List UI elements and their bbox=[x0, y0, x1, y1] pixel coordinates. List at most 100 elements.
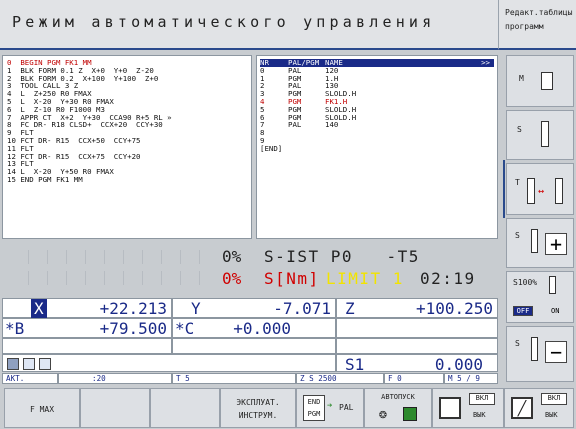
pallet-cell: 1.H bbox=[325, 73, 339, 83]
pallet-cell: 0 bbox=[260, 65, 265, 75]
status-m-functions: M 5 / 9 bbox=[444, 373, 498, 384]
program-line[interactable]: 12 FCT DR- R15 CCX+75 CCY+20 bbox=[7, 152, 251, 161]
pallet-cell: 6 bbox=[260, 112, 265, 122]
minus-icon: − bbox=[545, 341, 567, 363]
softkey-spindle-override[interactable]: S100% OFF ON bbox=[506, 271, 574, 323]
toggle-1-button[interactable]: ВКЛ ВЫК bbox=[432, 388, 504, 428]
toggle-2-on: ВКЛ bbox=[541, 393, 567, 405]
softkey-spindle-plus[interactable]: S + bbox=[506, 218, 574, 268]
end-label: END bbox=[307, 398, 321, 406]
pallet-row[interactable]: 7 PAL 140 bbox=[260, 121, 494, 129]
softkey-empty-2[interactable] bbox=[150, 388, 220, 428]
b-value: +79.500 bbox=[99, 319, 167, 338]
program-line[interactable]: 15 END PGM FK1 MM bbox=[7, 176, 251, 184]
tool-icon bbox=[527, 178, 535, 204]
blank-cell bbox=[172, 338, 336, 354]
b-position-cell: *B +79.500 bbox=[2, 318, 172, 338]
page-title: Режим автоматического управления bbox=[12, 13, 436, 31]
pal-label: PAL bbox=[339, 403, 354, 412]
c-position-cell: *C +0.000 bbox=[172, 318, 336, 338]
z-axis-label: Z bbox=[345, 299, 355, 318]
pallet-cell: [END] bbox=[260, 143, 283, 153]
scroll-indicator bbox=[503, 160, 505, 218]
x-position-cell: X +22.213 bbox=[2, 298, 172, 318]
status-feed-rate: :20 bbox=[58, 373, 172, 384]
softkey-s-plus-label: S bbox=[515, 231, 520, 240]
softkey-m-label: M bbox=[519, 74, 524, 83]
mode-switch-line2: программ bbox=[505, 22, 544, 31]
tool-icon bbox=[555, 178, 563, 204]
spindle-status-line: S-IST P0 -T5 bbox=[264, 247, 420, 266]
plus-icon: + bbox=[545, 233, 567, 255]
tool-change-arrow-icon: ↔ bbox=[538, 186, 545, 197]
spindle-cell: S1 0.000 bbox=[336, 354, 498, 374]
status-feed: F 0 bbox=[384, 373, 444, 384]
softkey-empty-1[interactable] bbox=[80, 388, 150, 428]
toggle-1-off: ВЫК bbox=[473, 411, 486, 419]
spindle-icon bbox=[531, 229, 538, 253]
program-listing[interactable]: 0 BEGIN PGM FK1 MM 1 BLK FORM 0.1 Z X+0 Y… bbox=[2, 55, 252, 239]
softkey-t[interactable]: T ↔ bbox=[506, 163, 574, 215]
autostart-start-icon bbox=[403, 407, 417, 421]
pallet-cell: 1 bbox=[260, 73, 265, 83]
softkey-s-minus-label: S bbox=[515, 339, 520, 348]
softkey-s[interactable]: S bbox=[506, 110, 574, 160]
tool-table-icon[interactable] bbox=[7, 358, 19, 370]
spindle-value: 0.000 bbox=[434, 355, 483, 374]
mode-switch-button[interactable]: Редакт.таблицы программ bbox=[498, 0, 576, 50]
torque-pct: 0% bbox=[222, 269, 242, 288]
z-value: +100.250 bbox=[415, 299, 493, 318]
spindle-icon bbox=[541, 121, 549, 147]
autostart-label: АВТОПУСК bbox=[381, 393, 415, 401]
x-value: +22.213 bbox=[99, 299, 167, 318]
end-pgm-pal-button[interactable]: END PGM ➔ PAL bbox=[296, 388, 364, 428]
program-line[interactable]: 10 FCT DR- R15 CCX+50 CCY+75 bbox=[7, 137, 251, 145]
softkey-s-label: S bbox=[517, 125, 522, 134]
pallet-cell bbox=[325, 137, 445, 145]
toggle-2-button[interactable]: ╱ ВКЛ ВЫК bbox=[504, 388, 574, 428]
status-spindle: Z S 2500 bbox=[296, 373, 384, 384]
spindle-icon bbox=[531, 337, 538, 361]
pallet-cell bbox=[288, 137, 325, 145]
pallet-row[interactable]: 8 bbox=[260, 129, 494, 137]
toolbar-icons bbox=[2, 354, 336, 372]
pallet-table[interactable]: NR PAL/PGM NAME >> 0 PAL 120 1 PGM 1.H 2 PAL 130… bbox=[256, 55, 498, 239]
x-axis-label: X bbox=[31, 299, 47, 318]
mode-switch-line1: Редакт.таблицы bbox=[505, 8, 573, 17]
b-axis-label: *B bbox=[5, 319, 25, 338]
y-value: -7.071 bbox=[273, 299, 331, 318]
pallet-row[interactable]: [END] bbox=[260, 143, 494, 153]
status-display: 0% S-IST P0 -T5 0% S[Nm] LIMIT 1 02:19 bbox=[2, 242, 498, 297]
empty-position-cell bbox=[336, 318, 498, 338]
program-line[interactable]: 8 FC DR- R18 CLSD+ CCX+20 CCY+30 bbox=[7, 121, 251, 129]
override-off-toggle[interactable]: OFF bbox=[513, 306, 533, 316]
pallet-cell: 2 bbox=[260, 81, 265, 91]
softkey-spindle-minus[interactable]: S − bbox=[506, 326, 574, 382]
toggle-2-off: ВЫК bbox=[545, 411, 558, 419]
exploit-tool-button[interactable]: ЭКСПЛУАТ. ИНСТРУМ. bbox=[220, 388, 296, 428]
spindle-icon bbox=[549, 276, 556, 294]
edit-alt-icon[interactable] bbox=[39, 358, 51, 370]
spindle-label: S1 bbox=[345, 355, 365, 374]
pgm-label: PGM bbox=[307, 410, 321, 418]
col-nr: NR bbox=[260, 58, 269, 67]
pallet-cell: PAL bbox=[288, 120, 302, 130]
fmax-button[interactable]: F MAX bbox=[4, 388, 80, 428]
spindle-load-pct: 0% bbox=[222, 247, 242, 266]
override-on-toggle[interactable]: ON bbox=[551, 307, 559, 315]
pallet-cell bbox=[325, 129, 445, 137]
blank-cell bbox=[2, 338, 172, 354]
header-bar: Режим автоматического управления bbox=[0, 0, 498, 50]
pallet-cell bbox=[325, 145, 445, 153]
softkey-m[interactable]: M bbox=[506, 55, 574, 107]
pallet-row[interactable]: 9 bbox=[260, 137, 494, 145]
fmax-label: F MAX bbox=[29, 405, 55, 414]
m-function-icon bbox=[541, 72, 553, 90]
pallet-cell bbox=[288, 129, 325, 137]
edit-icon[interactable] bbox=[23, 358, 35, 370]
col-more[interactable]: >> bbox=[445, 59, 494, 67]
pallet-cell: 5 bbox=[260, 104, 265, 114]
pallet-cell: 3 bbox=[260, 89, 265, 99]
autostart-button[interactable]: АВТОПУСК ❂ bbox=[364, 388, 432, 428]
torque-label: S[Nm] bbox=[264, 269, 320, 288]
